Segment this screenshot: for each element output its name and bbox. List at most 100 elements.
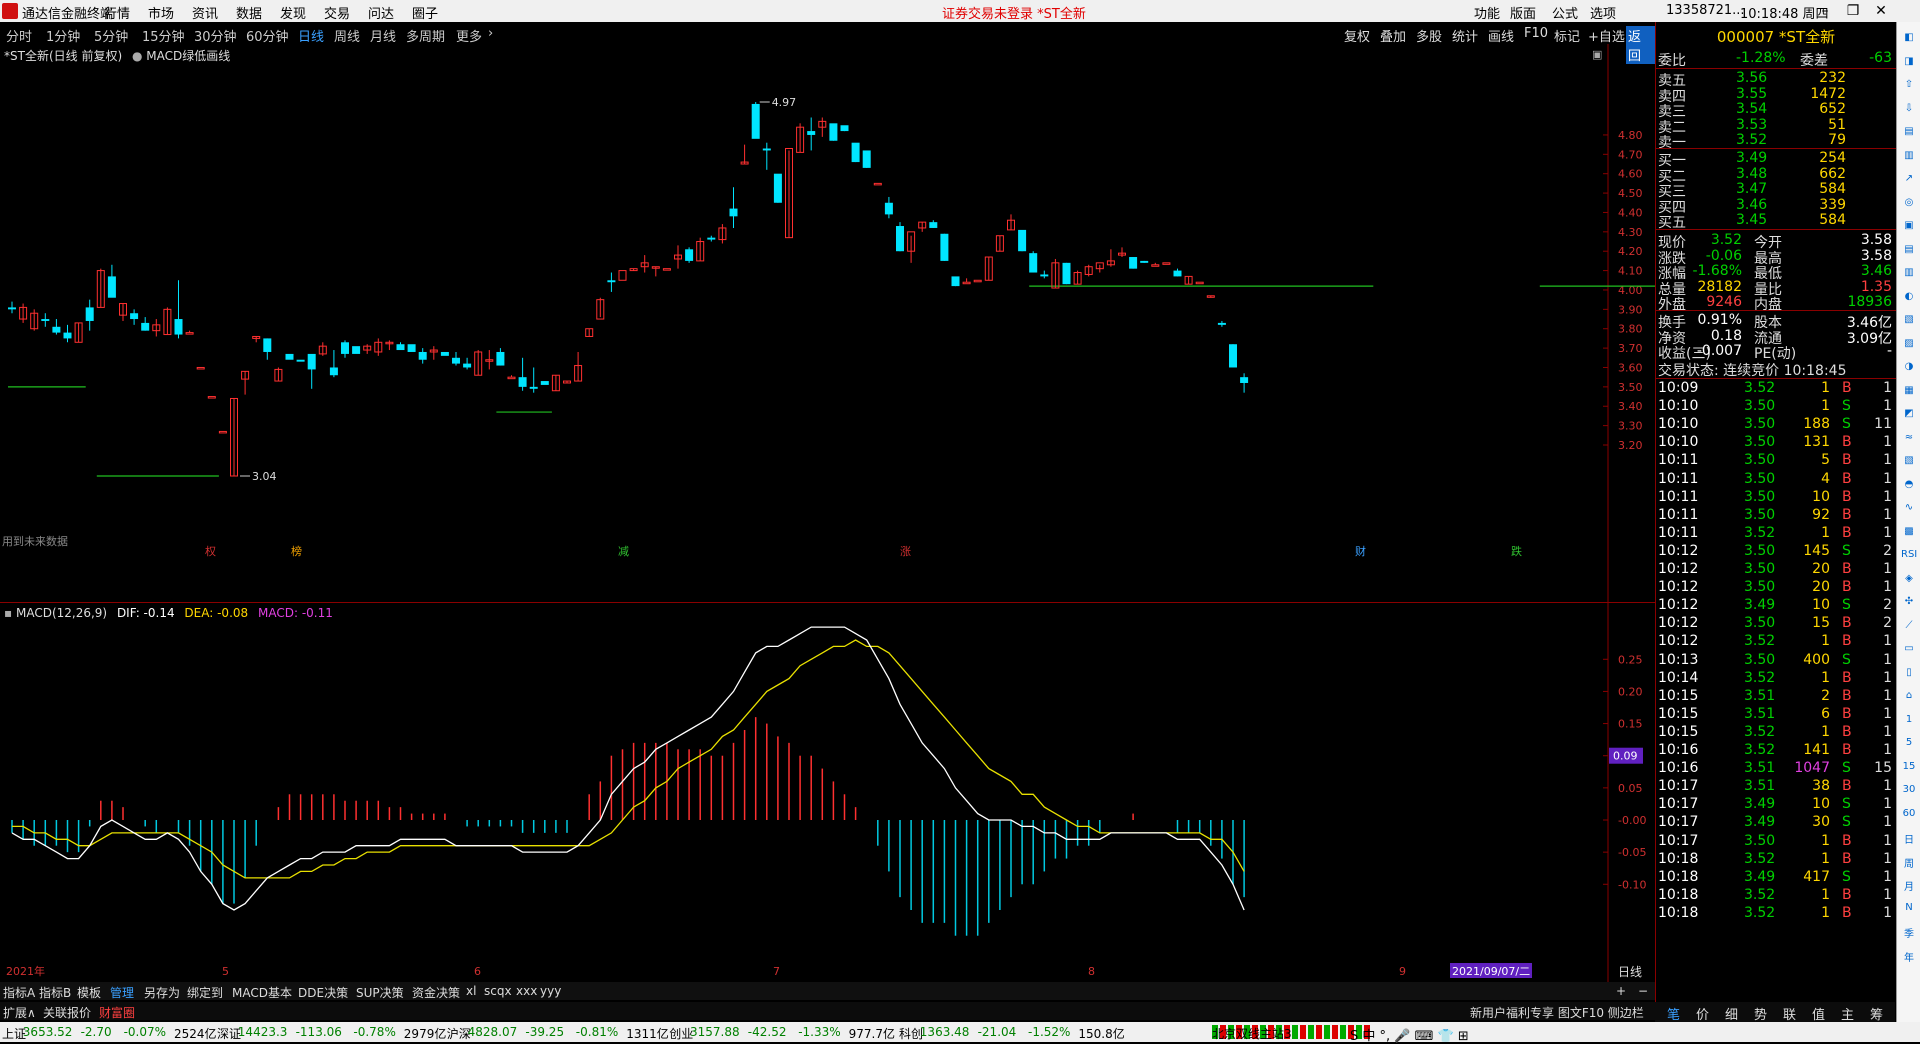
side-tool-icon[interactable]: 年 (1901, 949, 1917, 964)
side-tool-icon[interactable]: ◑ (1901, 361, 1917, 375)
side-tool-icon[interactable]: RSI (1901, 549, 1917, 563)
tab-related-quote[interactable]: 关联报价 (43, 1004, 91, 1021)
side-tool-icon[interactable]: ◩ (1901, 408, 1917, 422)
period-1min[interactable]: 1分钟 (46, 26, 80, 45)
side-tool-icon[interactable]: 1 (1901, 714, 1917, 728)
quote-tab-2[interactable]: 细 (1725, 1004, 1738, 1023)
tool-add-watchlist[interactable]: +自选 (1588, 26, 1625, 45)
side-tool-icon[interactable]: ▥ (1901, 267, 1917, 281)
menu-options[interactable]: 选项 (1590, 3, 1616, 22)
period-30min[interactable]: 30分钟 (194, 26, 237, 45)
period-multi[interactable]: 多周期 (406, 26, 445, 45)
ime-indicator-icon[interactable]: S 中 °, 🎤 ⌨ 👕 ⊞ (1350, 1025, 1469, 1044)
macd-options-icon[interactable]: ▪ (4, 606, 12, 620)
tab-manage[interactable]: 管理 (110, 984, 134, 1001)
menu-trade[interactable]: 交易 (324, 3, 350, 22)
side-tool-icon[interactable]: 15 (1901, 761, 1917, 775)
period-60min[interactable]: 60分钟 (246, 26, 289, 45)
menu-market-quotes[interactable]: 行情 (104, 3, 130, 22)
side-tool-icon[interactable]: ≈ (1901, 432, 1917, 446)
side-tool-icon[interactable]: ⌂ (1901, 690, 1917, 704)
side-tool-icon[interactable]: ▦ (1901, 385, 1917, 399)
tab-macd-basic[interactable]: MACD基本 (232, 984, 292, 1001)
minimize-icon[interactable]: – (1812, 0, 1838, 22)
tool-mark[interactable]: 标记 (1554, 26, 1580, 45)
tool-statistics[interactable]: 统计 (1452, 26, 1478, 45)
menu-discover[interactable]: 发现 (280, 3, 306, 22)
side-tool-icon[interactable]: 5 (1901, 737, 1917, 751)
menu-formula[interactable]: 公式 (1552, 3, 1578, 22)
side-tool-icon[interactable]: ◎ (1901, 197, 1917, 211)
quote-tab-1[interactable]: 价 (1696, 1004, 1709, 1023)
menu-news[interactable]: 资讯 (192, 3, 218, 22)
period-daily[interactable]: 日线 (298, 26, 324, 45)
side-tool-icon[interactable]: ▤ (1901, 244, 1917, 258)
tab-xxx[interactable]: xxx (516, 984, 537, 998)
side-tool-icon[interactable]: 月 (1901, 878, 1917, 893)
side-tool-icon[interactable]: 日 (1901, 831, 1917, 846)
side-tool-icon[interactable]: ◧ (1901, 32, 1917, 46)
side-tool-icon[interactable]: ▨ (1901, 338, 1917, 352)
tab-save-as[interactable]: 另存为 (144, 984, 180, 1001)
quote-tab-5[interactable]: 值 (1812, 1004, 1825, 1023)
menu-ask[interactable]: 问达 (368, 3, 394, 22)
menu-function[interactable]: 功能 (1474, 3, 1500, 22)
menu-layout[interactable]: 版面 (1510, 3, 1536, 22)
menu-market[interactable]: 市场 (148, 3, 174, 22)
side-tool-icon[interactable]: ▤ (1901, 126, 1917, 140)
remove-icon[interactable]: − (1638, 984, 1648, 998)
side-tool-icon[interactable]: ◓ (1901, 479, 1917, 493)
side-tool-icon[interactable]: ↗ (1901, 173, 1917, 187)
macd-name[interactable]: MACD(12,26,9) (16, 606, 107, 620)
side-tool-icon[interactable]: ▭ (1901, 643, 1917, 657)
tool-restore-rights[interactable]: 复权 (1344, 26, 1370, 45)
tab-indicator-b[interactable]: 指标B (39, 984, 71, 1001)
side-tool-icon[interactable]: ▥ (1901, 150, 1917, 164)
tab-fund[interactable]: 资金决策 (412, 984, 460, 1001)
close-icon[interactable]: ✕ (1868, 0, 1894, 22)
side-tool-icon[interactable]: N (1901, 902, 1917, 916)
period-tick[interactable]: 分时 (6, 26, 32, 45)
period-15min[interactable]: 15分钟 (142, 26, 185, 45)
side-tool-icon[interactable]: ▣ (1901, 220, 1917, 234)
tab-scqx[interactable]: scqx (484, 984, 512, 998)
side-tool-icon[interactable]: 30 (1901, 784, 1917, 798)
side-tool-icon[interactable]: ⟋ (1901, 620, 1917, 634)
tool-draw-line[interactable]: 画线 (1488, 26, 1514, 45)
period-weekly[interactable]: 周线 (334, 26, 360, 45)
side-tool-icon[interactable]: ◈ (1901, 573, 1917, 587)
side-tool-icon[interactable]: ▧ (1901, 455, 1917, 469)
stock-title[interactable]: 000007 *ST全新 (1656, 26, 1896, 47)
tab-template[interactable]: 模板 (77, 984, 101, 1001)
period-5min[interactable]: 5分钟 (94, 26, 128, 45)
side-tool-icon[interactable]: ▯ (1901, 667, 1917, 681)
tab-dde[interactable]: DDE决策 (298, 984, 348, 1001)
menu-data[interactable]: 数据 (236, 3, 262, 22)
tool-f10[interactable]: F10 (1524, 26, 1548, 41)
side-tool-icon[interactable]: ▧ (1901, 314, 1917, 328)
tab-bind-to[interactable]: 绑定到 (187, 984, 223, 1001)
restore-icon[interactable]: ❐ (1840, 0, 1866, 22)
side-tool-icon[interactable]: ▩ (1901, 526, 1917, 540)
tool-multi-stock[interactable]: 多股 (1416, 26, 1442, 45)
side-tool-icon[interactable]: 季 (1901, 925, 1917, 940)
kline-chart[interactable]: 4.804.704.604.504.404.304.204.104.003.90… (0, 44, 1655, 982)
side-tool-icon[interactable]: 周 (1901, 855, 1917, 870)
menu-circle[interactable]: 圈子 (412, 3, 438, 22)
side-tool-icon[interactable]: ◐ (1901, 291, 1917, 305)
quote-tab-6[interactable]: 主 (1841, 1004, 1854, 1023)
side-tool-icon[interactable]: ◨ (1901, 56, 1917, 70)
side-tool-icon[interactable]: 60 (1901, 808, 1917, 822)
tab-extend[interactable]: 扩展∧ (3, 1004, 36, 1021)
quote-tab-4[interactable]: 联 (1783, 1004, 1796, 1023)
side-tool-icon[interactable]: ✣ (1901, 596, 1917, 610)
tab-xl[interactable]: xl (466, 984, 476, 998)
tab-indicator-a[interactable]: 指标A (3, 984, 35, 1001)
side-tool-icon[interactable]: ∿ (1901, 502, 1917, 516)
period-more[interactable]: 更多 (456, 26, 482, 45)
chevron-right-icon[interactable]: › (488, 26, 493, 41)
period-monthly[interactable]: 月线 (370, 26, 396, 45)
tab-sup[interactable]: SUP决策 (356, 984, 404, 1001)
quote-tab-3[interactable]: 势 (1754, 1004, 1767, 1023)
tab-wealth-circle[interactable]: 财富圈 (99, 1004, 135, 1021)
